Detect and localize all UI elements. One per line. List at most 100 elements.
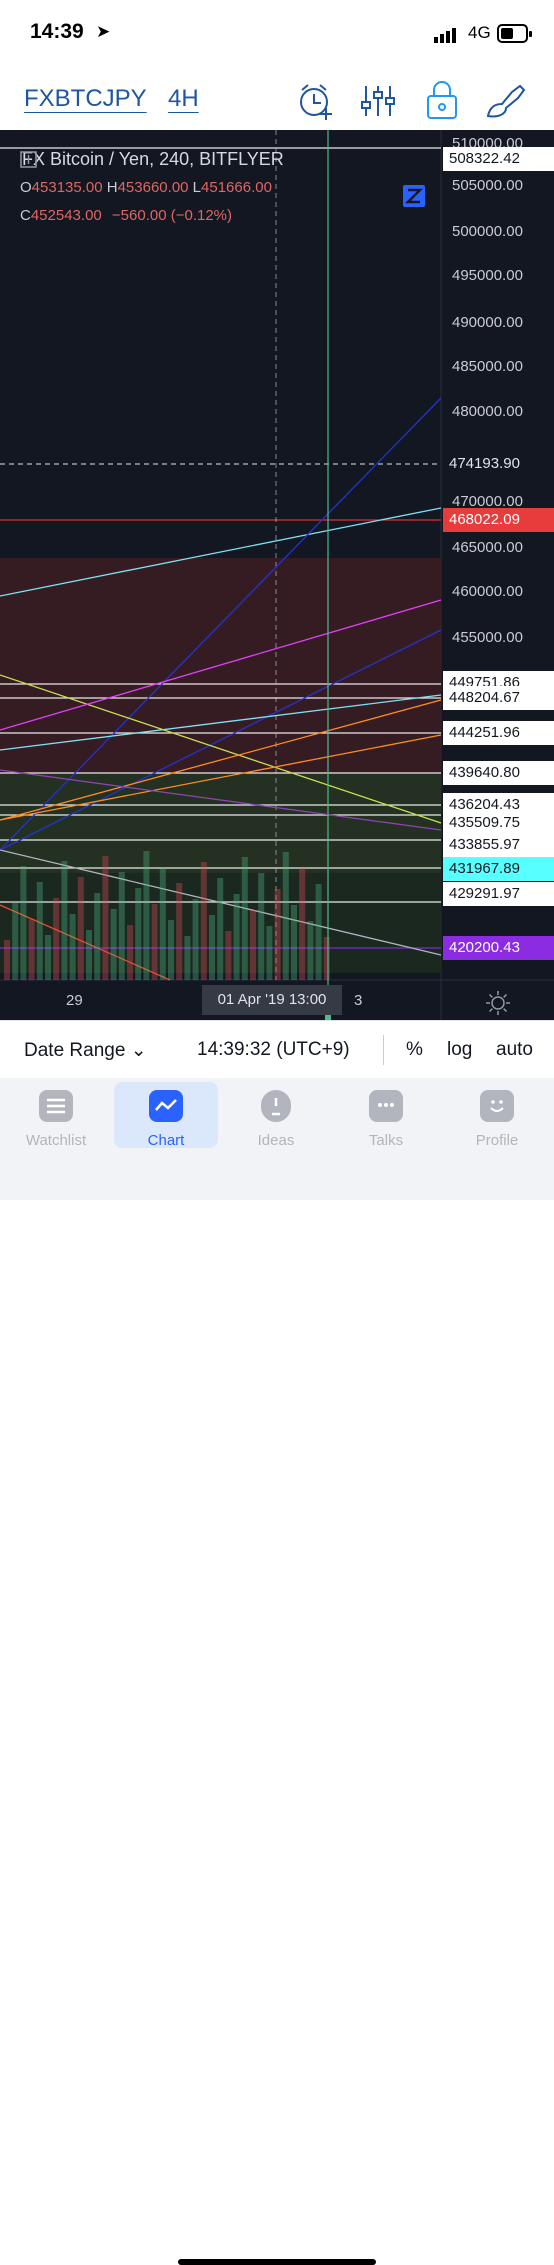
volume-bar: [176, 883, 183, 980]
signal-icon: [434, 28, 456, 43]
volume-bar: [94, 893, 101, 980]
volume-bar: [217, 878, 224, 980]
network-type: 4G: [468, 23, 491, 42]
auto-scale-button[interactable]: auto: [496, 1039, 533, 1061]
volume-bar: [102, 856, 109, 980]
price-level-tag[interactable]: 444251.96: [443, 721, 554, 745]
volume-bar: [209, 915, 215, 980]
volume-bar: [135, 888, 142, 980]
volume-bar: [184, 936, 191, 980]
volume-bar: [86, 930, 92, 980]
price-level-tag[interactable]: 439640.80: [443, 761, 554, 785]
volume-bar: [4, 940, 10, 980]
x-crosshair-label: 01 Apr '19 13:00: [202, 985, 342, 1015]
chart-title: FX Bitcoin / Yen, 240, BITFLYER: [22, 149, 284, 169]
chart-settings-icon[interactable]: [485, 990, 511, 1016]
tab-ideas[interactable]: Ideas: [224, 1082, 328, 1149]
volume-bar: [12, 903, 19, 980]
talks-icon: [369, 1090, 403, 1122]
price-level-tag[interactable]: 433855.97: [443, 833, 554, 857]
tab-chart[interactable]: Chart: [114, 1082, 218, 1149]
tab-talks[interactable]: Talks: [334, 1082, 438, 1149]
volume-bar: [192, 899, 199, 980]
volume-bar: [323, 937, 330, 980]
volume-bar: [258, 873, 265, 980]
indicators-icon[interactable]: [356, 78, 400, 122]
chevron-down-icon: ⌄: [130, 1040, 147, 1061]
ideas-icon: [261, 1090, 291, 1122]
symbol-selector[interactable]: FXBTCJPY: [24, 85, 147, 113]
high-label: H: [106, 179, 118, 196]
tab-watchlist-label: Watchlist: [25, 1132, 87, 1149]
chart-header: FXBTCJPY 4H: [0, 70, 554, 130]
volume-bar: [291, 905, 297, 980]
price-level-tag[interactable]: 431967.89: [443, 857, 554, 881]
status-time: 14:39: [30, 20, 84, 43]
close-label: C: [20, 207, 31, 224]
y-axis-tick: 455000.00: [452, 629, 523, 646]
price-level-tag[interactable]: 420200.43: [443, 936, 554, 960]
y-axis-tick: 485000.00: [452, 358, 523, 375]
chart-icon: [149, 1090, 183, 1122]
alarm-add-icon[interactable]: [294, 78, 338, 122]
watchlist-icon: [39, 1090, 73, 1122]
y-axis-tick: 460000.00: [452, 583, 523, 600]
bottom-tab-bar: Watchlist Chart Ideas Talks Profile: [0, 1078, 554, 2265]
price-level-tag[interactable]: 429291.97: [443, 882, 554, 906]
volume-bar: [77, 877, 84, 980]
volume-bar: [53, 898, 60, 980]
collapse-legend-icon[interactable]: [20, 151, 38, 169]
tab-watchlist[interactable]: Watchlist: [4, 1082, 108, 1149]
location-arrow-icon: ➤: [96, 22, 111, 41]
volume-bar: [159, 867, 166, 980]
volume-bar: [20, 866, 27, 980]
date-range-label: Date Range: [24, 1040, 126, 1061]
volume-bar: [299, 868, 306, 980]
volume-bar: [110, 909, 117, 980]
volume-bar: [274, 889, 281, 980]
toolbar-divider: [383, 1035, 384, 1065]
price-level-tag[interactable]: 448204.67: [443, 686, 554, 710]
support-zone: [0, 773, 441, 873]
home-indicator: [178, 2259, 376, 2265]
tab-talks-label: Talks: [368, 1132, 404, 1149]
price-level-tag[interactable]: 508322.42: [443, 147, 554, 171]
status-bar: 14:39 ➤ 4G: [0, 0, 554, 70]
volume-bar: [225, 931, 232, 980]
low-label: L: [192, 179, 202, 196]
drawing-brush-icon[interactable]: [484, 78, 528, 122]
volume-bar: [168, 920, 174, 980]
tab-profile-label: Profile: [475, 1132, 519, 1149]
open-value: 453135.00: [31, 179, 103, 196]
lock-icon[interactable]: [420, 78, 464, 122]
log-scale-button[interactable]: log: [447, 1039, 472, 1061]
volume-bar: [241, 857, 248, 980]
price-level-tag[interactable]: 474193.90: [443, 452, 554, 476]
y-axis-tick: 465000.00: [452, 539, 523, 556]
volume-bar: [45, 935, 51, 980]
y-axis-tick: 505000.00: [452, 177, 523, 194]
tab-ideas-label: Ideas: [257, 1132, 295, 1149]
y-axis-tick: 480000.00: [452, 403, 523, 420]
x-label-29: 29: [66, 992, 83, 1009]
chart-bottom-toolbar: Date Range ⌄ 14:39:32 (UTC+9) % log auto: [0, 1020, 554, 1080]
volume-bar: [315, 884, 322, 980]
price-level-tag[interactable]: 435509.75: [443, 811, 554, 835]
date-range-button[interactable]: Date Range ⌄: [24, 1039, 147, 1062]
y-axis-tick: 500000.00: [452, 223, 523, 240]
price-level-tag[interactable]: 468022.09: [443, 508, 554, 532]
volume-bar: [28, 919, 35, 980]
volume-bar: [118, 872, 125, 980]
clock-timezone[interactable]: 14:39:32 (UTC+9): [197, 1039, 350, 1061]
volume-bar: [233, 894, 240, 980]
percent-scale-button[interactable]: %: [406, 1039, 423, 1061]
open-label: O: [20, 179, 32, 196]
tab-profile[interactable]: Profile: [445, 1082, 549, 1149]
volume-bar: [307, 921, 314, 980]
high-value: 453660.00: [117, 179, 189, 196]
price-chart[interactable]: FX Bitcoin / Yen, 240, BITFLYER O453135.…: [0, 130, 554, 1020]
hide-indicators-icon[interactable]: [403, 185, 425, 207]
close-value: 452543.00: [30, 207, 102, 224]
volume-bar: [127, 925, 133, 980]
timeframe-selector[interactable]: 4H: [168, 85, 199, 113]
